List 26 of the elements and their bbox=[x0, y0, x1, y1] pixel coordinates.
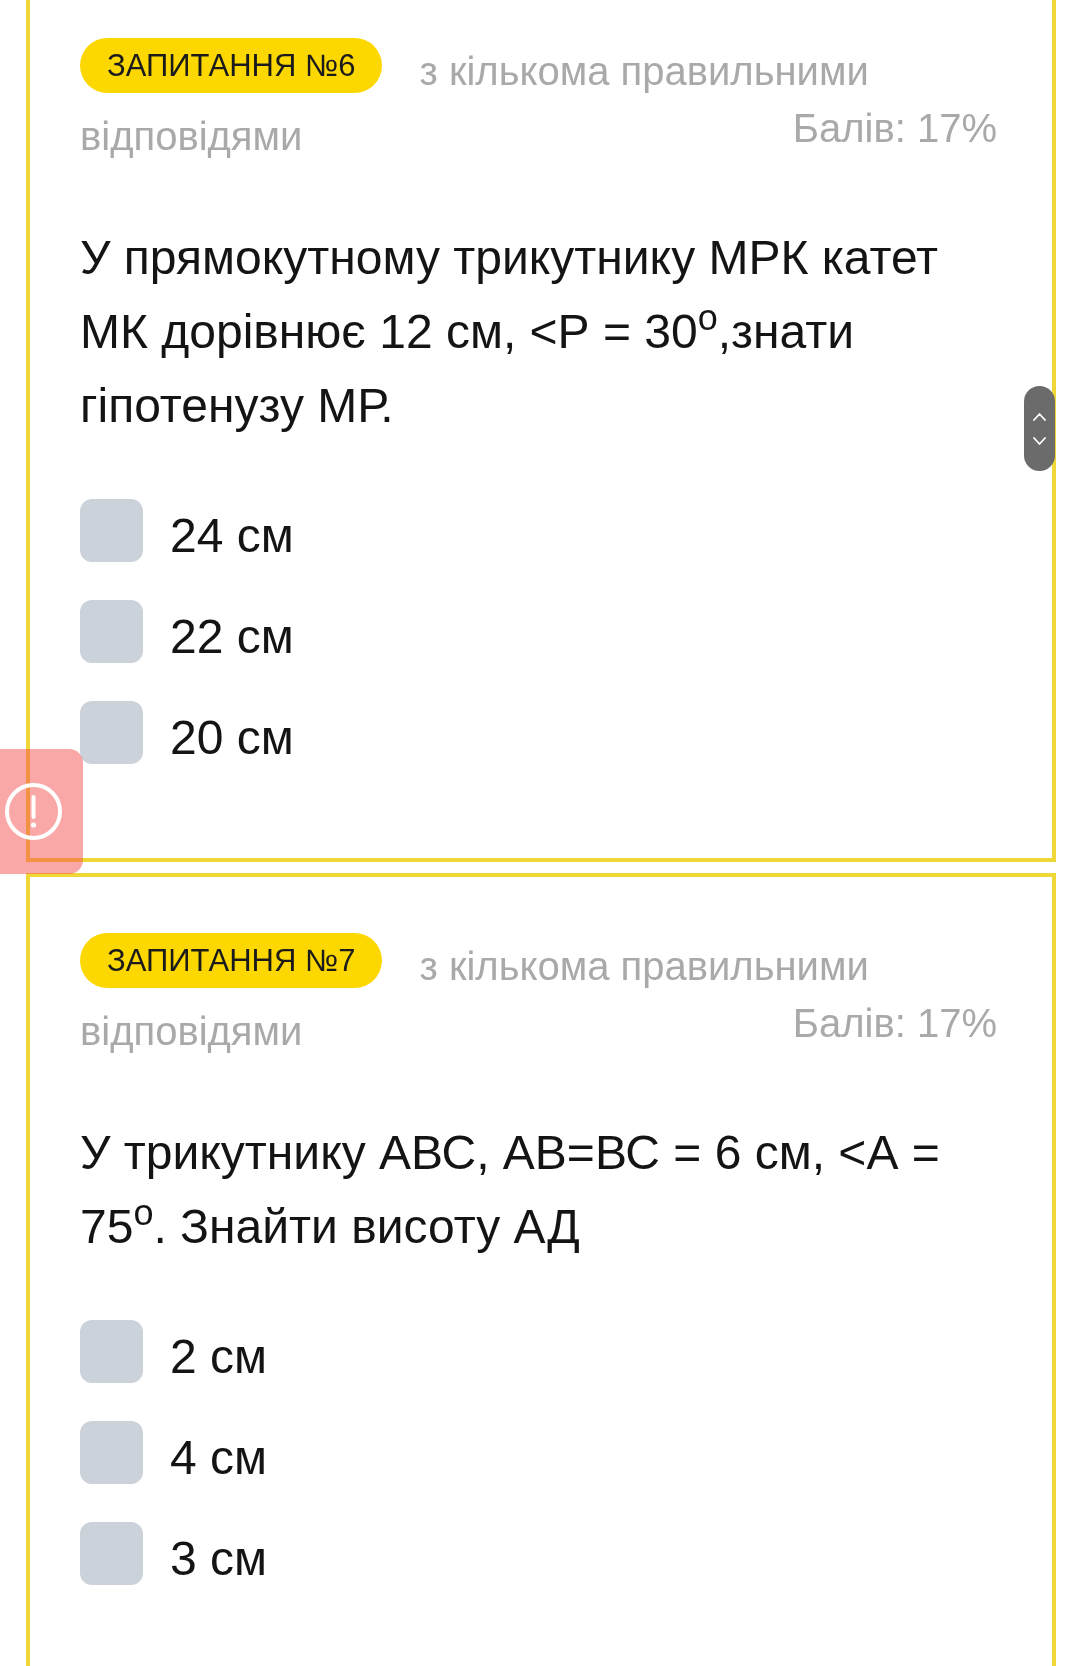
scroll-handle[interactable] bbox=[1024, 386, 1055, 471]
chevron-up-icon bbox=[1033, 412, 1046, 421]
chevron-down-icon bbox=[1033, 436, 1046, 445]
points-label: Балів: 17% bbox=[792, 1000, 997, 1046]
option-label[interactable]: 24 см bbox=[170, 504, 294, 567]
question-type: з кількома правильними bbox=[419, 48, 869, 94]
points-label: Балів: 17% bbox=[792, 105, 997, 151]
option-label[interactable]: 2 см bbox=[170, 1325, 268, 1388]
checkbox[interactable] bbox=[80, 600, 143, 663]
question-type: з кількома правильними bbox=[419, 943, 869, 989]
checkbox[interactable] bbox=[80, 1421, 143, 1484]
option-label[interactable]: 4 см bbox=[170, 1426, 268, 1489]
question-badge: ЗАПИТАННЯ №6 bbox=[80, 38, 383, 93]
question-type: відповідями bbox=[80, 113, 303, 159]
checkbox[interactable] bbox=[80, 1522, 143, 1585]
question-text: У трикутнику АВС, АВ=ВС = 6 см, <А = 75$^{o}$. Знайти висоту АД bbox=[80, 1125, 941, 1255]
checkbox[interactable] bbox=[80, 499, 143, 562]
option-label[interactable]: 22 см bbox=[170, 605, 294, 668]
report-button[interactable] bbox=[0, 749, 83, 874]
checkbox[interactable] bbox=[80, 1320, 143, 1383]
question-text: У прямокутному трикутнику МРК катет МК дорівнює 12 см, <Р = 30$^{o}$,знати гіпотенузу МР. bbox=[80, 230, 939, 434]
option-label[interactable]: 20 см bbox=[170, 706, 294, 769]
question-badge: ЗАПИТАННЯ №7 bbox=[80, 933, 383, 988]
option-label[interactable]: 3 см bbox=[170, 1527, 268, 1590]
checkbox[interactable] bbox=[80, 701, 143, 764]
question-type: відповідями bbox=[80, 1008, 303, 1054]
